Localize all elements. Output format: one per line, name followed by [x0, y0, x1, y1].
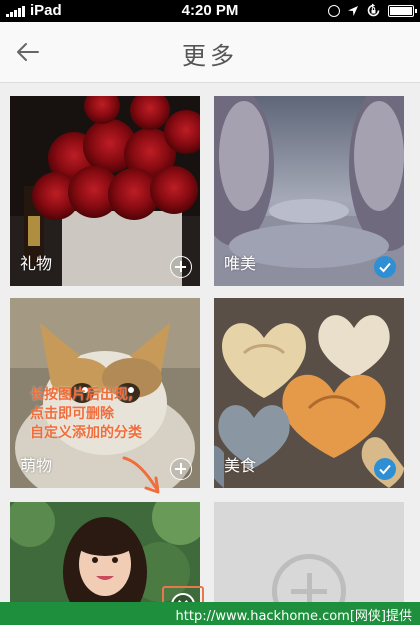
clock-icon: [328, 4, 340, 17]
annotation-text: 长按图片后出现, 点击即可删除 自定义添加的分类: [30, 386, 200, 443]
tile-label: 礼物: [20, 254, 53, 273]
tile-label: 萌物: [20, 456, 53, 475]
battery-icon: [388, 4, 417, 17]
checkmark-icon[interactable]: [374, 256, 396, 278]
add-category-tile[interactable]: [214, 502, 404, 602]
tile-label: 唯美: [224, 254, 257, 273]
annotation-line: 自定义添加的分类: [30, 425, 142, 441]
tile-label: 美食: [224, 456, 257, 475]
add-icon[interactable]: [170, 256, 192, 278]
annotation-line: 点击即可删除: [30, 406, 114, 422]
annotation-line: 长按图片后出现,: [30, 387, 134, 403]
watermark-text: http://www.hackhome.com[网侠]提供: [175, 609, 412, 624]
rotation-lock-icon: [367, 3, 380, 17]
add-icon[interactable]: [170, 458, 192, 480]
location-arrow-icon: [348, 5, 358, 16]
plus-circle-icon: [272, 554, 346, 602]
navigation-header: 更多: [0, 22, 420, 83]
status-bar: iPad 4:20 PM: [0, 0, 420, 22]
page-title: 更多: [182, 42, 238, 70]
category-tile-food[interactable]: 美食: [214, 298, 404, 488]
category-tile-gift[interactable]: 礼物: [10, 96, 200, 286]
category-tile-beautiful[interactable]: 唯美: [214, 96, 404, 286]
category-grid: 礼物 唯美 萌物 美食: [0, 82, 420, 624]
status-icons: [328, 3, 417, 18]
watermark-bar: http://www.hackhome.com[网侠]提供: [0, 602, 420, 625]
arrow-annotation-icon: [122, 456, 160, 494]
checkmark-icon[interactable]: [374, 458, 396, 480]
